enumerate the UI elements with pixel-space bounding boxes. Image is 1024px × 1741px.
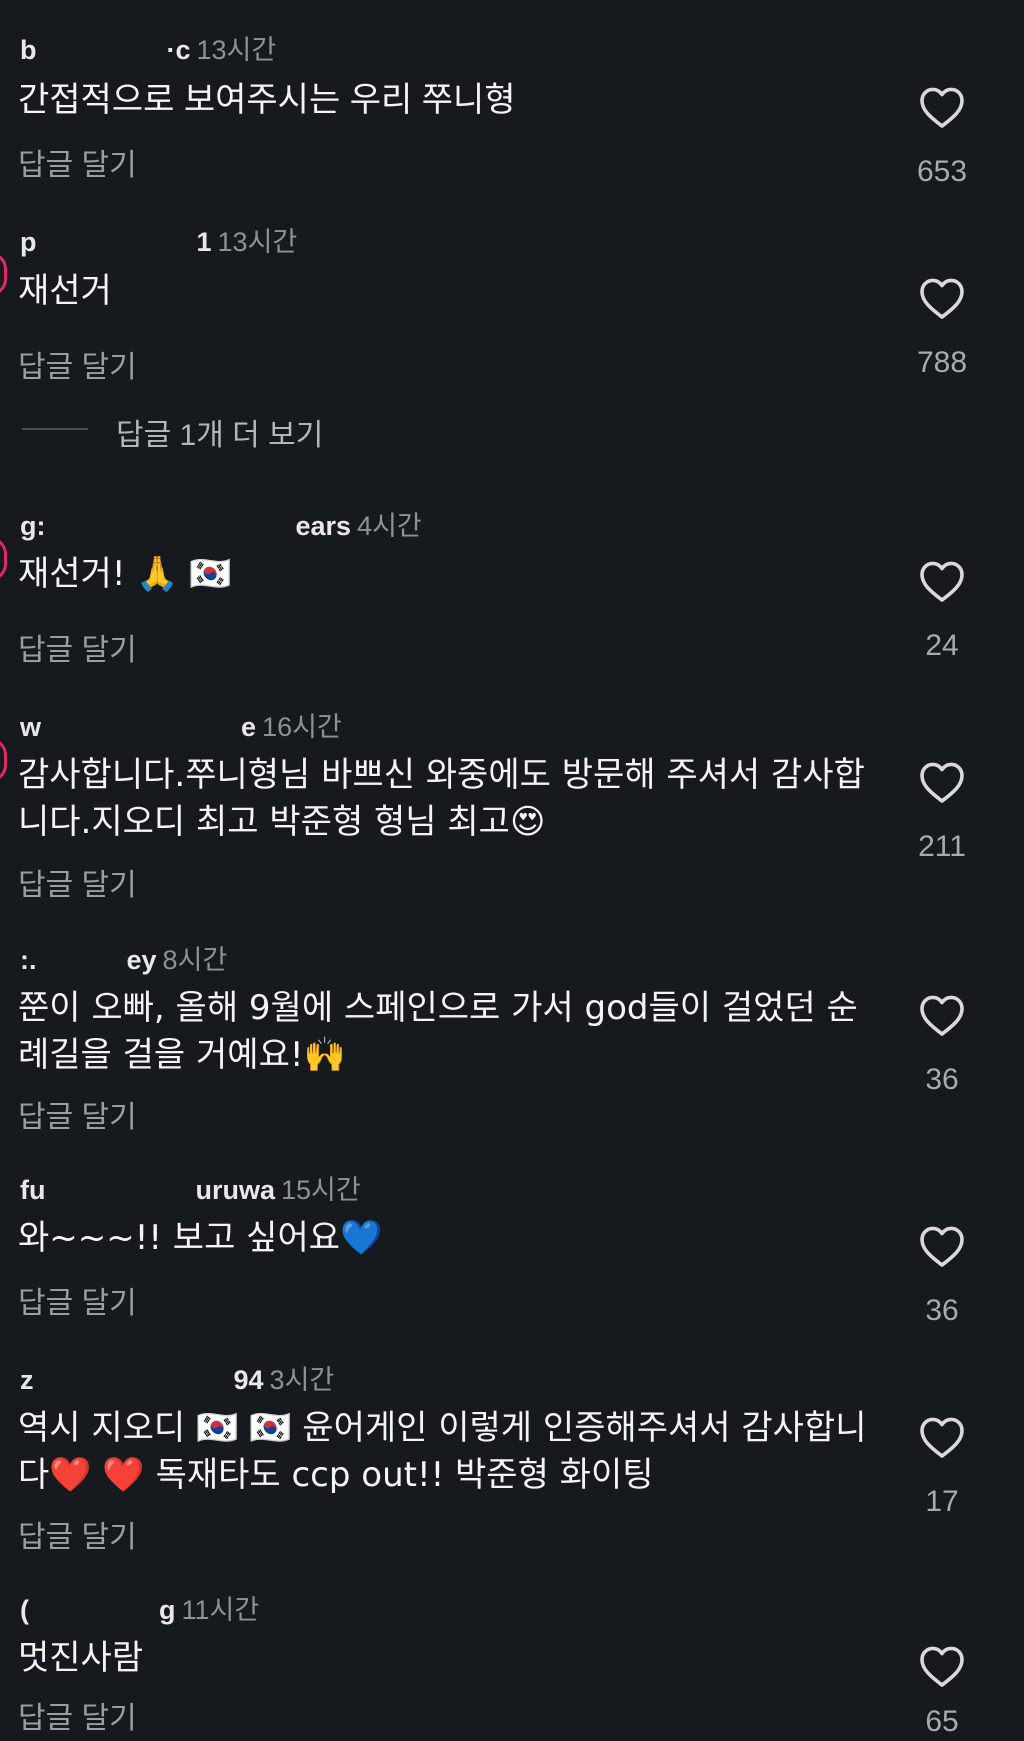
reply-button[interactable]: 답글 달기 xyxy=(18,342,137,386)
comment-text: 역시 지오디 🇰🇷 🇰🇷 윤어게인 이렇게 인증해주셔서 감사합니다❤️ ❤️ … xyxy=(18,1408,867,1495)
comment-time: 13시간 xyxy=(217,227,298,257)
story-ring[interactable] xyxy=(0,537,7,581)
heart-icon[interactable] xyxy=(918,993,966,1037)
comment-text: 간접적으로 보여주시는 우리 쭈니형 xyxy=(18,81,516,119)
comment-time: 8시간 xyxy=(162,945,228,975)
heart-icon[interactable] xyxy=(918,1224,966,1268)
like-count: 653 xyxy=(916,155,968,188)
comment-username-tail[interactable]: 1 xyxy=(197,227,212,257)
comment-username-tail[interactable]: e xyxy=(241,712,256,742)
like-count: 36 xyxy=(925,1063,959,1096)
comment-username-tail[interactable]: ey xyxy=(127,945,157,975)
comment-meta: :. ey 8시간 xyxy=(20,938,227,977)
comment-username[interactable]: g: xyxy=(20,511,45,541)
comment-time: 13시간 xyxy=(196,35,277,65)
comment-time: 4시간 xyxy=(357,511,422,541)
view-more-replies-label[interactable]: 답글 1개 더 보기 xyxy=(116,410,323,454)
reply-button[interactable]: 답글 달기 xyxy=(18,1092,137,1136)
heart-icon[interactable] xyxy=(918,85,966,129)
comment-username[interactable]: ( xyxy=(20,1595,29,1625)
comment-meta: ( g 11시간 xyxy=(20,1588,259,1627)
comment-username-tail[interactable]: ·c xyxy=(167,35,191,65)
comment-meta: p 1 13시간 xyxy=(20,220,297,259)
like-count: 788 xyxy=(916,346,968,379)
comment-time: 3시간 xyxy=(269,1365,335,1395)
reply-button[interactable]: 답글 달기 xyxy=(18,860,137,904)
comment-text: 재선거! 🙏 🇰🇷 xyxy=(18,554,232,594)
story-ring[interactable] xyxy=(0,252,7,296)
comment-text: 와~~~!! 보고 싶어요💙 xyxy=(18,1218,383,1258)
heart-icon[interactable] xyxy=(918,1644,966,1688)
like-count: 17 xyxy=(925,1485,959,1518)
comment-text: 감사합니다.쭈니형님 바쁘신 와중에도 방문해 주셔서 감사합니다.지오디 최고… xyxy=(18,755,865,842)
comment-username-tail[interactable]: 94 xyxy=(234,1365,264,1395)
like-count: 65 xyxy=(925,1705,959,1738)
comment-text: 쭌이 오빠, 올해 9월에 스페인으로 가서 god들이 걸었던 순례길을 걸을… xyxy=(18,988,858,1075)
comment-meta: fu uruwa 15시간 xyxy=(20,1168,361,1207)
heart-icon[interactable] xyxy=(918,559,966,603)
like-count: 24 xyxy=(925,629,959,662)
heart-icon[interactable] xyxy=(918,760,966,804)
reply-button[interactable]: 답글 달기 xyxy=(18,140,137,184)
comment-meta: g: ears 4시간 xyxy=(20,504,422,543)
comment-time: 15시간 xyxy=(281,1175,361,1205)
comment-username[interactable]: w xyxy=(20,712,41,742)
heart-icon[interactable] xyxy=(918,1415,966,1459)
like-count: 36 xyxy=(925,1294,959,1327)
comment-username-tail[interactable]: uruwa xyxy=(195,1175,275,1205)
comment-meta: w e 16시간 xyxy=(20,705,342,744)
comment-username[interactable]: b xyxy=(20,35,37,65)
divider-line xyxy=(22,428,88,430)
comment-username-tail[interactable]: g xyxy=(159,1595,176,1625)
like-count: 211 xyxy=(918,830,966,863)
comment-username[interactable]: z xyxy=(20,1365,34,1395)
comment-meta: z 94 3시간 xyxy=(20,1358,334,1397)
comment-username-tail[interactable]: ears xyxy=(295,511,351,541)
comment-meta: b ·c 13시간 xyxy=(20,28,276,67)
reply-button[interactable]: 답글 달기 xyxy=(18,1693,137,1737)
reply-button[interactable]: 답글 달기 xyxy=(18,1512,137,1556)
story-ring[interactable] xyxy=(0,738,7,782)
comment-text: 재선거 xyxy=(18,272,112,310)
comment-username[interactable]: fu xyxy=(20,1175,45,1205)
comment-text: 멋진사람 xyxy=(18,1639,144,1677)
reply-button[interactable]: 답글 달기 xyxy=(18,625,137,669)
comment-username[interactable]: :. xyxy=(20,945,37,975)
comment-username[interactable]: p xyxy=(20,227,37,257)
comment-time: 11시간 xyxy=(181,1595,260,1625)
comment-time: 16시간 xyxy=(262,712,342,742)
reply-button[interactable]: 답글 달기 xyxy=(18,1278,137,1322)
heart-icon[interactable] xyxy=(918,276,966,320)
